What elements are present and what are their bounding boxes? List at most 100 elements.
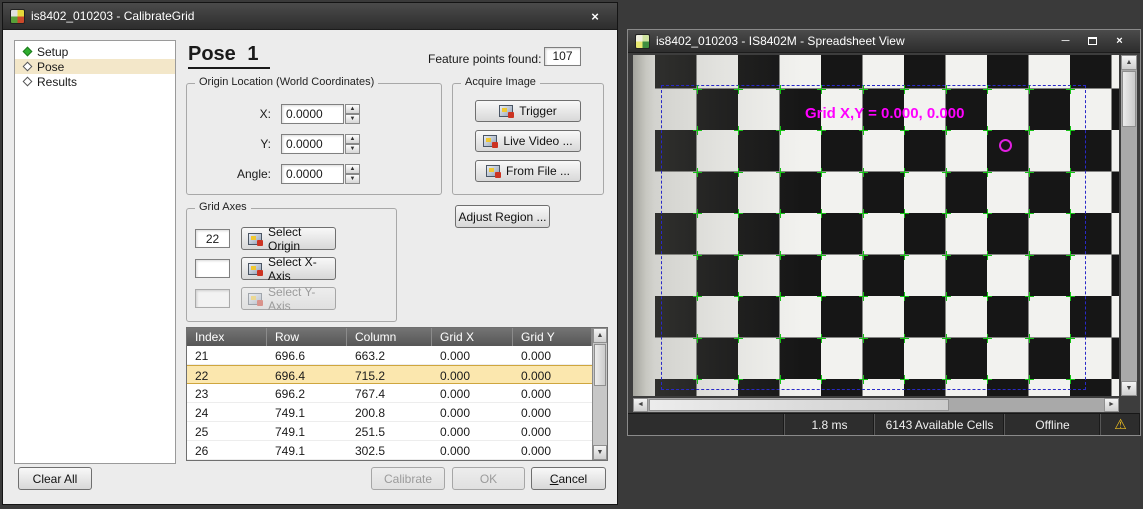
warning-icon[interactable]: ⚠: [1101, 414, 1140, 435]
column-header-grid-x[interactable]: Grid X: [432, 328, 513, 346]
scrollbar-thumb[interactable]: [594, 344, 606, 386]
maximize-icon[interactable]: [1079, 33, 1106, 50]
origin-location-group: Origin Location (World Coordinates) X: 0…: [186, 83, 442, 195]
spinner-down-icon[interactable]: ▼: [345, 114, 360, 124]
spinner-up-icon[interactable]: ▲: [345, 134, 360, 144]
feature-point-cross: [900, 334, 909, 343]
adjust-region-button[interactable]: Adjust Region ...: [455, 205, 550, 228]
app-icon: [10, 9, 25, 24]
spinner-up-icon[interactable]: ▲: [345, 104, 360, 114]
minimize-icon[interactable]: ─: [1052, 33, 1079, 50]
calibrate-titlebar[interactable]: is8402_010203 - CalibrateGrid ×: [3, 3, 617, 30]
origin-point-marker: [999, 139, 1012, 152]
feature-point-cross: [942, 168, 951, 177]
x-field[interactable]: 0.0000: [281, 104, 344, 124]
angle-field[interactable]: 0.0000: [281, 164, 344, 184]
select-x-axis-button[interactable]: Select X-Axis: [241, 257, 336, 280]
column-header-row[interactable]: Row: [267, 328, 347, 346]
scrollbar-thumb[interactable]: [1122, 71, 1136, 127]
feature-point-cross: [693, 375, 702, 384]
calibrate-button: Calibrate: [371, 467, 445, 490]
table-row[interactable]: 24 749.1 200.8 0.000 0.000: [187, 403, 592, 422]
button-label: Select Y-Axis: [268, 285, 335, 313]
feature-point-cross: [1025, 375, 1034, 384]
origin-index-field[interactable]: 22: [195, 229, 230, 248]
feature-point-cross: [693, 334, 702, 343]
image-vertical-scrollbar[interactable]: ▲ ▼: [1121, 55, 1137, 396]
feature-point-cross: [942, 251, 951, 260]
button-label: Trigger: [519, 104, 557, 118]
feature-point-cross: [1066, 85, 1075, 94]
feature-point-cross: [817, 251, 826, 260]
feature-point-cross: [817, 85, 826, 94]
grid-xy-label: Grid X,Y = 0.000, 0.000: [805, 105, 964, 122]
feature-point-cross: [942, 375, 951, 384]
table-row[interactable]: 23 696.2 767.4 0.000 0.000: [187, 384, 592, 403]
diamond-icon: [23, 77, 33, 87]
feature-point-cross: [859, 292, 868, 301]
feature-point-cross: [734, 251, 743, 260]
feature-point-cross: [859, 375, 868, 384]
feature-point-cross: [776, 85, 785, 94]
scroll-right-icon[interactable]: ►: [1104, 398, 1119, 412]
feature-point-cross: [942, 334, 951, 343]
feature-point-cross: [817, 292, 826, 301]
feature-point-cross: [983, 292, 992, 301]
image-horizontal-scrollbar[interactable]: ◄ ►: [633, 398, 1119, 412]
spreadsheet-titlebar[interactable]: is8402_010203 - IS8402M - Spreadsheet Vi…: [628, 30, 1140, 53]
scroll-up-icon[interactable]: ▲: [1121, 55, 1137, 70]
x-axis-index-field[interactable]: [195, 259, 230, 278]
spinner-down-icon[interactable]: ▼: [345, 174, 360, 184]
table-row-selected[interactable]: 22 696.4 715.2 0.000 0.000: [187, 365, 592, 384]
tree-item-pose[interactable]: Pose: [15, 59, 175, 74]
close-icon[interactable]: ×: [1106, 33, 1133, 50]
table-scrollbar[interactable]: ▲ ▼: [592, 328, 607, 460]
column-header-grid-y[interactable]: Grid Y: [513, 328, 592, 346]
button-label: Select X-Axis: [268, 255, 335, 283]
close-icon[interactable]: ×: [580, 7, 610, 26]
scrollbar-track[interactable]: [950, 398, 1104, 412]
cancel-button[interactable]: Cancel: [531, 467, 606, 490]
feature-point-cross: [817, 209, 826, 218]
scroll-left-icon[interactable]: ◄: [633, 398, 648, 412]
feature-point-cross: [859, 168, 868, 177]
angle-label: Angle:: [195, 167, 271, 181]
select-origin-button[interactable]: Select Origin: [241, 227, 336, 250]
tree-item-results[interactable]: Results: [15, 74, 175, 89]
scroll-down-icon[interactable]: ▼: [1121, 381, 1137, 396]
status-badge: Offline: [1005, 414, 1101, 435]
live-video-button[interactable]: Live Video ...: [475, 130, 581, 152]
feature-point-cross: [900, 126, 909, 135]
feature-point-cross: [776, 168, 785, 177]
feature-point-cross: [693, 85, 702, 94]
spinner-up-icon[interactable]: ▲: [345, 164, 360, 174]
select-y-axis-button: Select Y-Axis: [241, 287, 336, 310]
scroll-up-icon[interactable]: ▲: [593, 328, 607, 343]
feature-point-cross: [734, 168, 743, 177]
feature-point-cross: [983, 209, 992, 218]
calibration-image[interactable]: Grid X,Y = 0.000, 0.000: [633, 55, 1119, 396]
column-header-column[interactable]: Column: [347, 328, 432, 346]
window-title: is8402_010203 - CalibrateGrid: [31, 9, 194, 23]
table-row[interactable]: 21 696.6 663.2 0.000 0.000: [187, 346, 592, 365]
clear-all-button[interactable]: Clear All: [18, 467, 92, 490]
feature-point-cross: [1025, 85, 1034, 94]
tree-item-label: Setup: [37, 45, 68, 59]
table-row[interactable]: 25 749.1 251.5 0.000 0.000: [187, 422, 592, 441]
feature-point-cross: [776, 126, 785, 135]
from-file-button[interactable]: From File ...: [475, 160, 581, 182]
column-header-index[interactable]: Index: [187, 328, 267, 346]
spinner-down-icon[interactable]: ▼: [345, 144, 360, 154]
trigger-button[interactable]: Trigger: [475, 100, 581, 122]
table-row[interactable]: 26 749.1 302.5 0.000 0.000: [187, 441, 592, 460]
feature-point-cross: [776, 334, 785, 343]
feature-point-cross: [693, 126, 702, 135]
feature-point-cross: [776, 209, 785, 218]
page-title: Pose 1: [188, 43, 270, 69]
tree-item-label: Results: [37, 75, 77, 89]
feature-point-cross: [1066, 251, 1075, 260]
scrollbar-thumb[interactable]: [649, 399, 949, 411]
tree-item-setup[interactable]: Setup: [15, 44, 175, 59]
y-field[interactable]: 0.0000: [281, 134, 344, 154]
scroll-down-icon[interactable]: ▼: [593, 445, 607, 460]
